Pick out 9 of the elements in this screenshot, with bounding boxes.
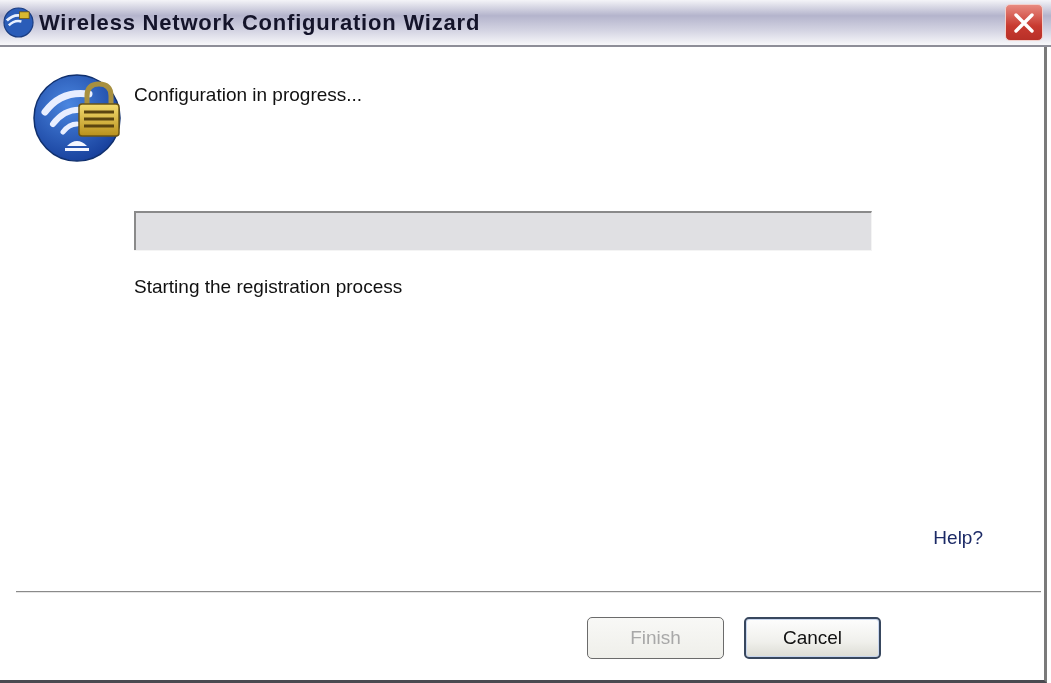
heading-text: Configuration in progress...: [134, 84, 363, 106]
window-title: Wireless Network Configuration Wizard: [39, 9, 482, 36]
close-icon: [1013, 11, 1035, 34]
wireless-lock-icon: [33, 74, 121, 162]
cancel-button[interactable]: Cancel: [744, 617, 881, 659]
status-text: Starting the registration process: [134, 276, 403, 298]
globe-icon: [3, 7, 34, 38]
close-button[interactable]: [1005, 4, 1043, 41]
help-link[interactable]: Help?: [933, 527, 983, 549]
